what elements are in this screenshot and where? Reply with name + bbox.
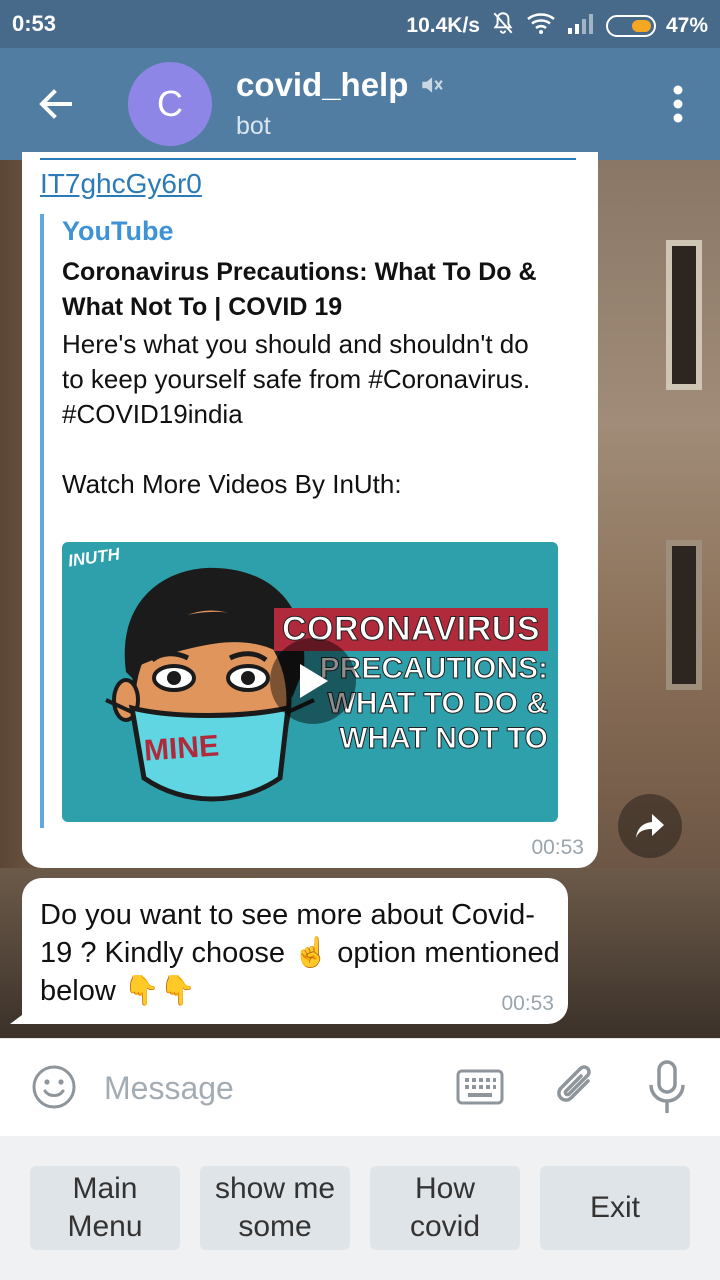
back-button[interactable] [32,80,80,128]
message-input-bar [0,1038,720,1136]
more-options-button[interactable] [672,84,684,124]
message-time: 00:53 [501,992,554,1015]
microphone-icon [649,1060,685,1113]
chat-title-row[interactable]: covid_help [236,66,444,104]
share-button[interactable] [618,794,682,858]
video-thumbnail[interactable]: INUTH MINE CORONAVIRUS PRECAUTIONS: WHAT… [62,542,558,822]
message-bubble[interactable]: Do you want to see more about Covid-19 ?… [22,878,568,1024]
bot-reply-keyboard: Main Menu show me some How covid Exit [0,1136,720,1280]
battery-icon [605,15,656,37]
battery-percent: 47% [665,14,708,37]
link-preview[interactable]: YouTube Coronavirus Precautions: What To… [40,214,580,828]
reply-button-show-me-some[interactable]: show me some [200,1166,350,1250]
thumbnail-headline-4: WHAT NOT TO [339,722,549,756]
emoji-button[interactable] [30,1063,78,1111]
play-button[interactable] [270,638,356,724]
play-icon [300,664,328,698]
share-arrow-icon [636,814,664,838]
link-underline [40,152,576,160]
chat-header: C covid_help bot [0,48,720,160]
attach-button[interactable] [552,1061,600,1113]
background-window [666,240,702,390]
smiley-icon [32,1065,76,1109]
paperclip-icon [557,1065,591,1102]
arrow-left-icon [39,89,72,119]
message-bubble[interactable]: IT7ghcGy6r0 YouTube Coronavirus Precauti… [22,152,598,868]
signal-icon [566,12,596,40]
battery-level [631,20,651,32]
reply-button-exit[interactable]: Exit [540,1166,690,1250]
preview-description: Here's what you should and shouldn't do … [62,329,531,499]
chat-title: covid_help [236,66,409,103]
message-time: 00:53 [531,836,584,859]
voice-record-button[interactable] [646,1059,688,1117]
reply-button-how-covid[interactable]: How covid [370,1166,520,1250]
chat-subtitle: bot [236,112,271,140]
preview-title: Coronavirus Precautions: What To Do & Wh… [62,258,537,321]
background-window [666,540,702,690]
avatar[interactable]: C [128,62,212,146]
keyboard-icon [456,1069,504,1105]
reply-button-main-menu[interactable]: Main Menu [30,1166,180,1250]
network-speed: 10.4K/s [406,14,480,37]
message-input[interactable] [104,1063,424,1113]
muted-speaker-icon [422,77,444,93]
mute-bell-icon [490,10,516,42]
message-link[interactable]: IT7ghcGy6r0 [40,168,202,200]
message-text: Do you want to see more about Covid-19 ?… [40,899,560,1007]
wifi-icon [526,11,556,41]
status-time: 0:53 [12,11,57,36]
more-vertical-icon [673,85,683,123]
status-icons: 10.4K/s 47% [406,10,708,42]
status-bar: 0:53 10.4K/s 47% [0,0,720,48]
mask-text: MINE [142,729,221,768]
bot-keyboard-button[interactable] [456,1067,504,1107]
preview-site-name: YouTube [62,216,174,246]
